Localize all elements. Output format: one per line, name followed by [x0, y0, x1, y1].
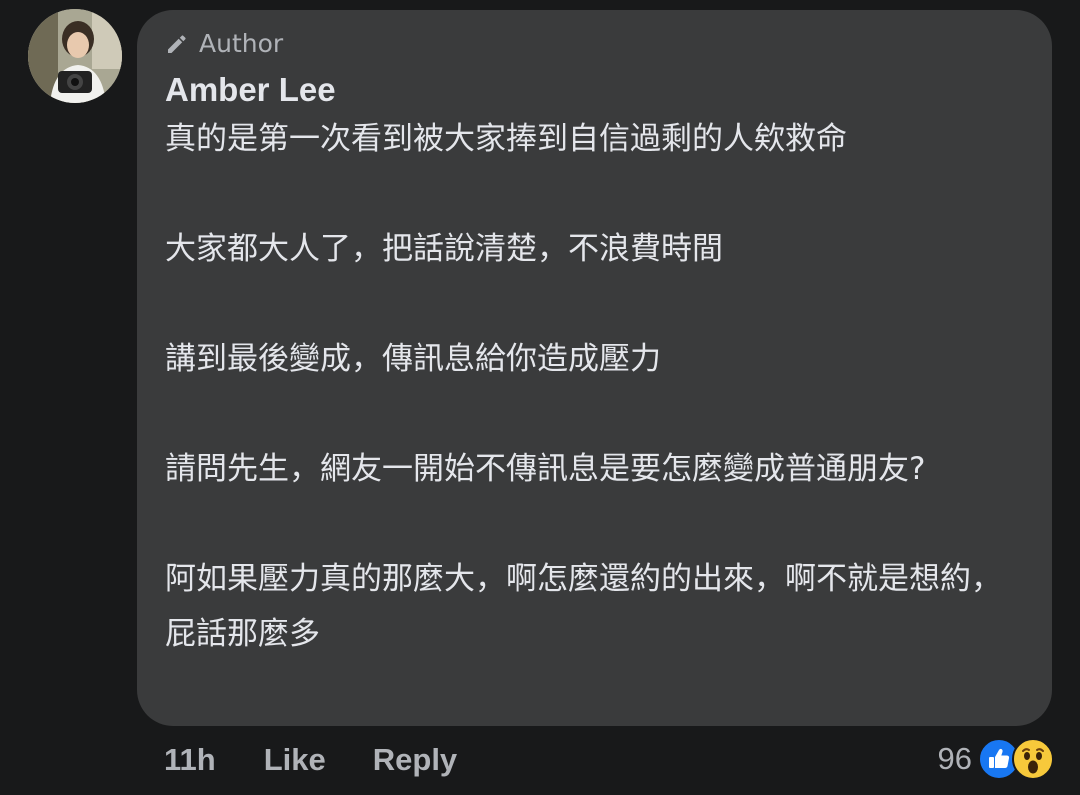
like-button[interactable]: Like: [264, 742, 326, 778]
pencil-icon: [165, 32, 189, 56]
author-badge: Author: [165, 30, 1024, 58]
wow-icon: [1012, 738, 1054, 780]
reaction-count: 96: [937, 741, 972, 776]
timestamp-link[interactable]: 11h: [164, 742, 216, 778]
author-badge-label: Author: [199, 29, 284, 58]
comment-bubble: Author Amber Lee 真的是第一次看到被大家捧到自信過剩的人欸救命 …: [137, 10, 1052, 726]
comment-paragraph: 阿如果壓力真的那麼大，啊怎麼還約的出來，啊不就是想約，屁話那麼多: [165, 561, 1002, 652]
comment-paragraph: 真的是第一次看到被大家捧到自信過剩的人欸救命: [165, 121, 847, 157]
reaction-icons: [978, 738, 1054, 780]
comment-text: 真的是第一次看到被大家捧到自信過剩的人欸救命 大家都大人了，把話說清楚，不浪費時…: [165, 112, 1025, 662]
avatar[interactable]: [28, 9, 122, 103]
reply-button[interactable]: Reply: [373, 742, 457, 778]
comment-actions: 11h Like Reply: [164, 738, 504, 782]
comment-thread: Author Amber Lee 真的是第一次看到被大家捧到自信過剩的人欸救命 …: [0, 0, 1080, 795]
comment-paragraph: 請問先生，網友一開始不傳訊息是要怎麼變成普通朋友?: [165, 451, 926, 487]
comment-paragraph: 大家都大人了，把話說清楚，不浪費時間: [165, 231, 723, 267]
author-name-link[interactable]: Amber Lee: [165, 70, 1024, 110]
reactions-summary[interactable]: 96: [938, 736, 1054, 782]
comment-paragraph: 講到最後變成，傳訊息給你造成壓力: [165, 341, 661, 377]
